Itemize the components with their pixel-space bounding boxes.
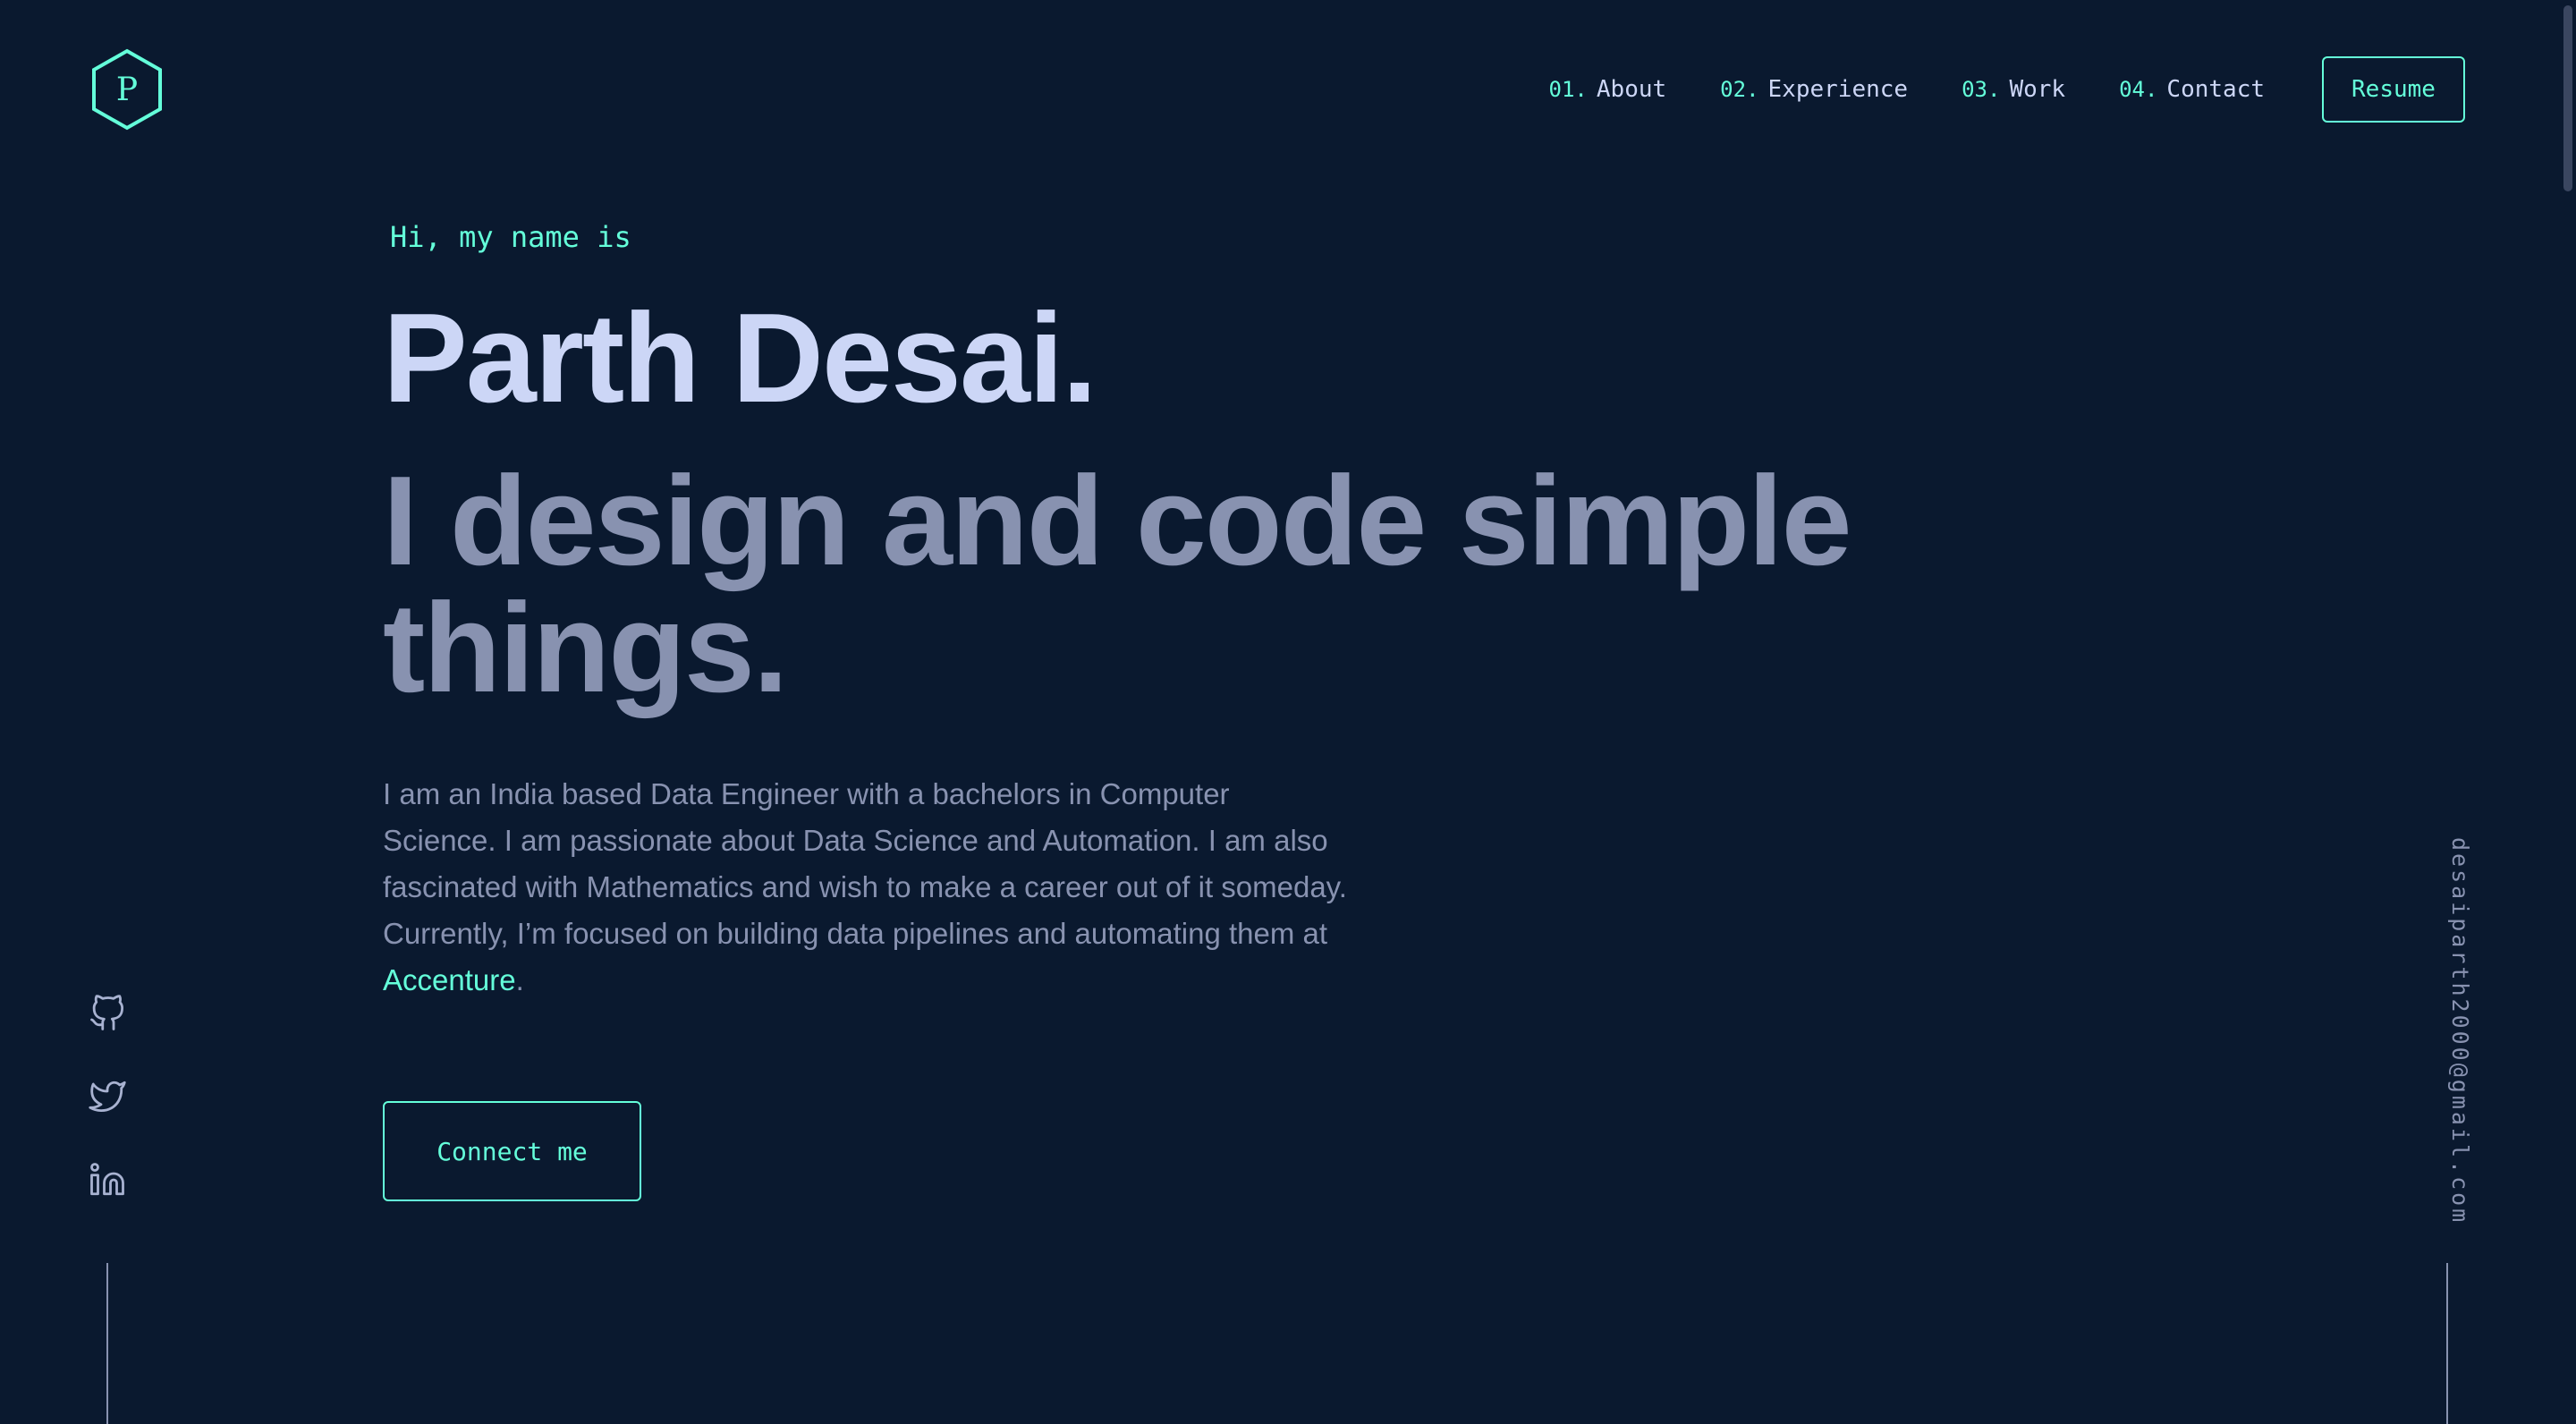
nav-label: About [1596, 76, 1667, 103]
accenture-link[interactable]: Accenture [383, 963, 516, 996]
connect-button[interactable]: Connect me [383, 1101, 641, 1201]
nav-contact[interactable]: 04. Contact [2119, 76, 2265, 103]
hero-tagline: I design and code simple things. [383, 450, 1852, 719]
nav-about[interactable]: 01. About [1549, 76, 1667, 103]
right-vertical-line [2446, 1263, 2448, 1424]
linkedin-icon [90, 1163, 124, 1196]
nav-label: Experience [1767, 76, 1909, 103]
email-link[interactable]: desaiparth2000@gmail.com [2447, 837, 2473, 1225]
bio-text: I am an India based Data Engineer with a… [383, 777, 1347, 950]
twitter-link[interactable] [89, 1078, 126, 1115]
bio-end: . [515, 963, 524, 996]
hero-name: Parth Desai. [383, 287, 1097, 429]
nav-number: 04. [2119, 77, 2158, 102]
logo[interactable]: P [90, 48, 164, 131]
nav-label: Work [2009, 76, 2066, 103]
twitter-icon [89, 1081, 126, 1113]
logo-letter: P [116, 72, 138, 108]
nav-experience[interactable]: 02. Experience [1720, 76, 1908, 103]
left-vertical-line [106, 1263, 108, 1424]
github-icon [90, 995, 124, 1030]
nav-number: 02. [1720, 77, 1759, 102]
scrollbar-thumb[interactable] [2563, 5, 2572, 191]
linkedin-link[interactable] [89, 1161, 126, 1199]
nav-work[interactable]: 03. Work [1962, 76, 2065, 103]
scrollbar[interactable] [2560, 0, 2576, 1424]
hexagon-logo-icon: P [92, 48, 162, 131]
hero-bio: I am an India based Data Engineer with a… [383, 771, 1349, 1004]
main-nav: 01. About 02. Experience 03. Work 04. Co… [1549, 0, 2465, 179]
nav-number: 01. [1548, 77, 1588, 102]
social-links [89, 995, 126, 1244]
resume-button[interactable]: Resume [2322, 56, 2465, 123]
github-link[interactable] [89, 995, 126, 1032]
nav-number: 03. [1962, 77, 2001, 102]
greeting-text: Hi, my name is [390, 220, 631, 254]
nav-label: Contact [2166, 76, 2265, 103]
